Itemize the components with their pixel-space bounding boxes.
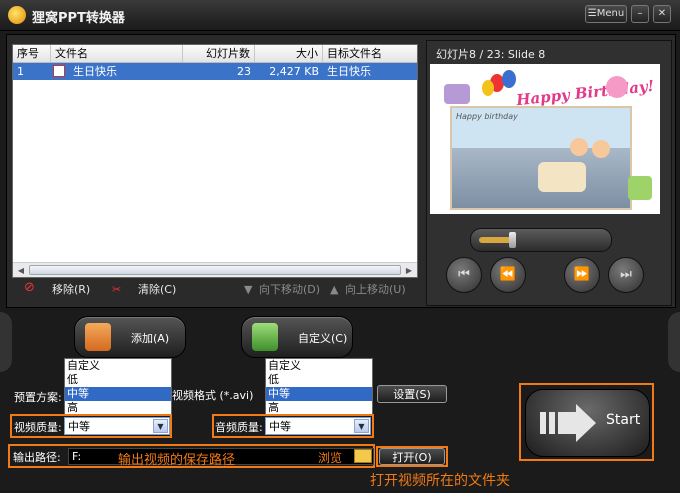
open-folder-annotation: 打开视频所在的文件夹: [370, 473, 510, 489]
clear-button[interactable]: 清除(C): [138, 283, 176, 297]
video-quality-select[interactable]: 中等 ▼: [64, 417, 170, 435]
next-slide-icon[interactable]: ⏩: [564, 257, 600, 293]
video-quality-value: 中等: [68, 420, 90, 433]
row-slides: 23: [237, 65, 251, 78]
table-row[interactable]: 1 生日快乐 23 2,427 KB 生日快乐: [13, 63, 417, 80]
child-icon: [592, 140, 610, 158]
header-filename[interactable]: 文件名: [51, 45, 183, 62]
tools-icon: [252, 323, 278, 351]
slider-thumb[interactable]: [509, 232, 516, 248]
folder-icon[interactable]: [354, 449, 372, 463]
add-file-icon: [85, 323, 111, 351]
add-button[interactable]: 添加(A): [74, 316, 186, 358]
slider-fill: [479, 237, 512, 243]
video-quality-label: 视频质量:: [14, 421, 62, 434]
child-icon: [570, 138, 588, 156]
dropdown-option[interactable]: 低: [65, 373, 171, 387]
remove-button[interactable]: 移除(R): [52, 283, 90, 297]
dropdown-option[interactable]: 中等: [65, 387, 171, 401]
chevron-down-icon[interactable]: ▼: [153, 419, 168, 433]
window-title: 狸窝PPT转换器: [32, 11, 125, 26]
preview-caption: 幻灯片8 / 23: Slide 8: [436, 48, 546, 61]
scrollbar-thumb[interactable]: [29, 265, 401, 275]
header-index[interactable]: 序号: [13, 45, 51, 62]
move-up-button[interactable]: 向上移动(U): [345, 283, 406, 297]
row-size: 2,427 KB: [269, 65, 319, 78]
horizontal-scrollbar[interactable]: ◀ ▶: [13, 262, 417, 277]
last-slide-icon[interactable]: ⏭: [608, 257, 644, 293]
add-button-label: 添加(A): [131, 332, 170, 345]
audio-quality-label: 音频质量:: [215, 421, 263, 434]
dropdown-option[interactable]: 高: [65, 401, 171, 415]
menu-button[interactable]: ☰Menu: [585, 5, 627, 23]
dropdown-option[interactable]: 自定义: [65, 359, 171, 373]
photo-frame: Happy birthday: [450, 106, 632, 210]
dropdown-option[interactable]: 自定义: [266, 359, 372, 373]
preset-label: 预置方案:: [14, 391, 62, 404]
dropdown-option[interactable]: 中等: [266, 387, 372, 401]
character-icon: [628, 176, 652, 200]
audio-quality-select[interactable]: 中等 ▼: [265, 417, 371, 435]
preset-value[interactable]: 视频格式 (*.avi): [172, 387, 253, 403]
previous-slide-icon[interactable]: ⏪: [490, 257, 526, 293]
preview-slider[interactable]: [470, 228, 612, 252]
customize-button-label: 自定义(C): [298, 332, 348, 345]
card-text: Happy birthday: [456, 112, 518, 121]
ppt-file-icon: [53, 65, 65, 77]
balloon-icon: [482, 80, 494, 96]
browse-label: 浏览: [318, 451, 343, 465]
dropdown-option[interactable]: 高: [266, 401, 372, 415]
remove-icon[interactable]: ⊘: [24, 281, 35, 295]
close-button[interactable]: ✕: [653, 5, 671, 23]
dropdown-option[interactable]: 低: [266, 373, 372, 387]
chevron-down-icon[interactable]: ▼: [354, 419, 369, 433]
left-tab: [0, 312, 12, 372]
output-label: 输出路径:: [13, 451, 61, 464]
move-down-icon[interactable]: ▼: [244, 283, 252, 297]
video-quality-options[interactable]: 自定义 低 中等 高: [64, 358, 172, 416]
move-down-button[interactable]: 向下移动(D): [259, 283, 320, 297]
save-path-annotation: 输出视频的保存路径: [118, 453, 236, 468]
move-up-icon[interactable]: ▲: [330, 283, 338, 297]
audio-quality-options[interactable]: 自定义 低 中等 高: [265, 358, 373, 416]
minimize-button[interactable]: –: [631, 5, 649, 23]
cake-icon: [538, 162, 586, 192]
open-folder-button[interactable]: 打开(O): [379, 448, 445, 465]
menu-icon: ☰: [587, 8, 597, 19]
settings-button[interactable]: 设置(S): [377, 385, 447, 403]
right-tab: [668, 312, 680, 372]
header-size[interactable]: 大小: [255, 45, 323, 62]
start-label: Start: [606, 412, 641, 428]
character-icon: [444, 84, 470, 104]
audio-quality-value: 中等: [269, 420, 291, 433]
scroll-right-icon[interactable]: ▶: [403, 265, 415, 276]
balloon-icon: [502, 70, 516, 88]
banner-text: Happy Birthday!: [515, 76, 655, 110]
first-slide-icon[interactable]: ⏮: [446, 257, 482, 293]
row-filename: 生日快乐: [73, 65, 117, 78]
row-index: 1: [17, 65, 24, 78]
clear-icon[interactable]: ✂: [112, 283, 121, 297]
row-target: 生日快乐: [327, 65, 371, 78]
app-logo-icon: [8, 6, 26, 24]
slide-preview: Happy Birthday! Happy birthday: [430, 64, 660, 214]
character-icon: [606, 76, 628, 98]
header-slides[interactable]: 幻灯片数: [183, 45, 255, 62]
play-arrow-icon: [540, 404, 596, 442]
file-list-header: 序号 文件名 幻灯片数 大小 目标文件名: [13, 45, 417, 63]
scroll-left-icon[interactable]: ◀: [15, 265, 27, 276]
header-target[interactable]: 目标文件名: [323, 45, 417, 62]
customize-button[interactable]: 自定义(C): [241, 316, 353, 358]
file-list[interactable]: 序号 文件名 幻灯片数 大小 目标文件名 1 生日快乐 23 2,427 KB …: [12, 44, 418, 278]
